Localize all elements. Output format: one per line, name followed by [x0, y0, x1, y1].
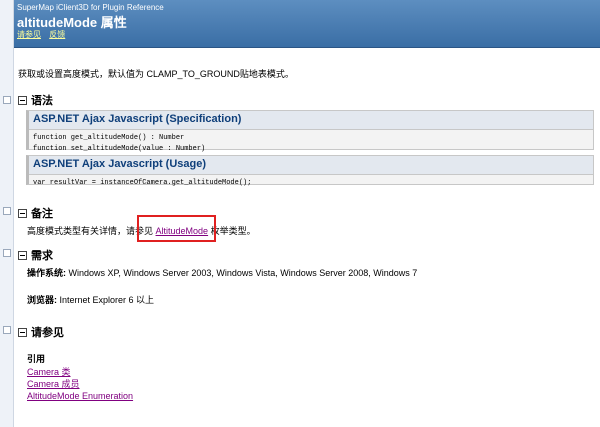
code-line: function get_altitudeMode() : Number	[33, 134, 185, 142]
left-gutter	[0, 0, 14, 427]
code-block-body: function get_altitudeMode() : Number fun…	[29, 130, 593, 158]
collapse-icon[interactable]	[18, 327, 27, 337]
code-block-title: ASP.NET Ajax Javascript (Specification)	[29, 111, 593, 130]
os-requirement: 操作系统: Windows XP, Windows Server 2003, W…	[27, 266, 417, 279]
collapse-icon[interactable]	[18, 250, 27, 260]
help-window	[0, 0, 600, 427]
code-line: function set_altitudeMode(value : Number…	[33, 145, 206, 153]
section-remarks-heading[interactable]: 备注	[18, 205, 53, 221]
summary-text: 获取或设置高度模式，默认值为 CLAMP_TO_GROUND贴地表模式。	[18, 69, 294, 79]
code-line: var resultVar = instanceOfCamera.get_alt…	[33, 179, 252, 187]
page-header: SuperMap iClient3D for Plugin Reference …	[14, 0, 600, 48]
altitudemode-enumeration-link[interactable]: AltitudeMode Enumeration	[27, 391, 133, 401]
collapse-icon[interactable]	[18, 95, 27, 105]
camera-class-link[interactable]: Camera 类	[27, 367, 71, 377]
gutter-marker	[3, 249, 11, 257]
reference-list: Camera 类 Camera 成员 AltitudeMode Enumerat…	[27, 366, 133, 402]
code-block-specification: ASP.NET Ajax Javascript (Specification) …	[26, 110, 594, 153]
section-requirements-label: 需求	[31, 250, 53, 262]
browser-value: Internet Explorer 6 以上	[57, 295, 155, 305]
product-subtitle: SuperMap iClient3D for Plugin Reference	[17, 3, 164, 12]
gutter-marker	[3, 326, 11, 334]
feedback-link[interactable]: 反馈	[49, 30, 65, 39]
collapse-icon[interactable]	[18, 208, 27, 218]
gutter-marker	[3, 207, 11, 215]
code-block-usage: ASP.NET Ajax Javascript (Usage) var resu…	[26, 155, 594, 187]
section-see-also-label: 请参见	[31, 327, 64, 339]
see-also-link[interactable]: 请参见	[17, 30, 41, 39]
section-syntax-label: 语法	[31, 95, 53, 107]
remarks-text-before: 高度模式类型有关详情，请参见	[27, 226, 154, 236]
browser-label: 浏览器:	[27, 295, 57, 305]
reference-subheading: 引用	[27, 354, 46, 364]
os-label: 操作系统:	[27, 268, 66, 278]
code-block-body: var resultVar = instanceOfCamera.get_alt…	[29, 175, 593, 192]
section-see-also-heading[interactable]: 请参见	[18, 324, 64, 340]
section-syntax-heading[interactable]: 语法	[18, 92, 53, 108]
gutter-marker	[3, 96, 11, 104]
header-links: 请参见 反馈	[17, 29, 71, 40]
browser-requirement: 浏览器: Internet Explorer 6 以上	[27, 293, 154, 306]
annotation-highlight-box	[137, 215, 216, 242]
os-value: Windows XP, Windows Server 2003, Windows…	[66, 268, 418, 278]
section-remarks-label: 备注	[31, 208, 53, 220]
camera-members-link[interactable]: Camera 成员	[27, 379, 80, 389]
code-block-title: ASP.NET Ajax Javascript (Usage)	[29, 156, 593, 175]
section-requirements-heading[interactable]: 需求	[18, 247, 53, 263]
